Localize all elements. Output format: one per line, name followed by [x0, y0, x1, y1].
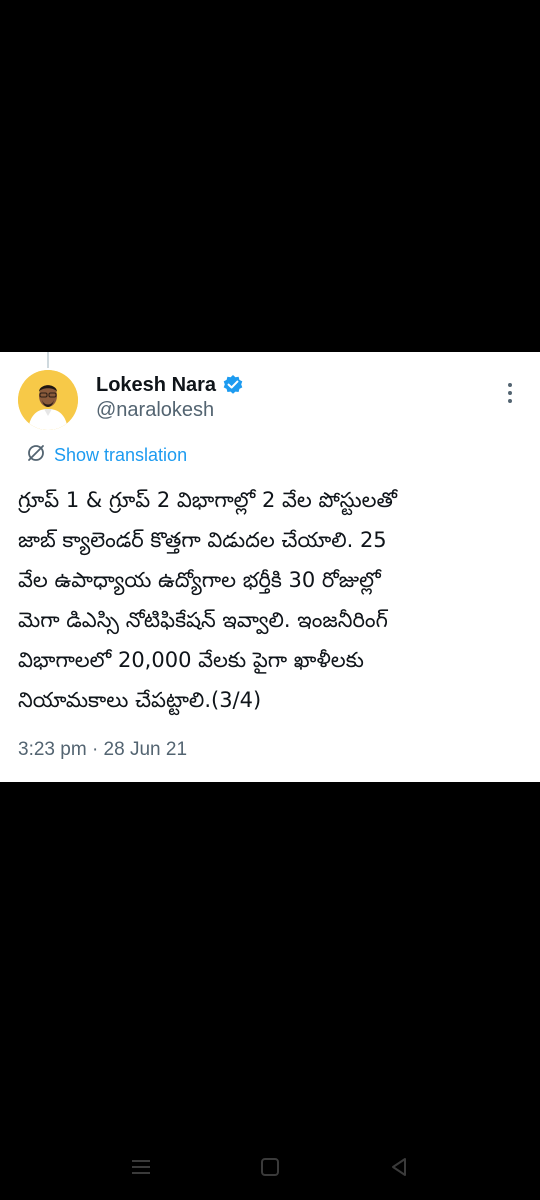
tweet-text-line: మెగా డిఎస్సి నోటిఫికేషన్ ఇవ్వాలి. ఇంజనీర… — [18, 608, 388, 632]
show-translation-label[interactable]: Show translation — [54, 445, 187, 466]
author-display-name[interactable]: Lokesh Nara — [96, 374, 216, 397]
tweet-timestamp[interactable]: 3:23 pm · 28 Jun 21 — [18, 739, 187, 761]
verified-badge-icon — [222, 374, 244, 396]
more-vertical-icon[interactable] — [498, 380, 522, 406]
author-handle[interactable]: @naralokesh — [96, 399, 214, 422]
tweet-date: 28 Jun 21 — [103, 739, 188, 760]
tweet-text-line: వేల ఉపాధ్యాయ ఉద్యోగాల భర్తీకి 30 రోజుల్ల… — [18, 568, 381, 592]
show-translation-link[interactable]: Show translation — [26, 442, 187, 468]
translate-off-icon — [26, 443, 46, 467]
recents-icon[interactable] — [128, 1154, 154, 1180]
tweet-time: 3:23 pm — [18, 739, 87, 760]
author-name-row[interactable]: Lokesh Nara — [96, 372, 244, 398]
tweet-text-line: నియామకాలు చేపట్టాలి.(3/4) — [18, 688, 262, 712]
avatar[interactable] — [18, 370, 78, 430]
timestamp-separator: · — [91, 739, 99, 760]
tweet-text-line: విభాగాలలో 20,000 వేలకు పైగా ఖాళీలకు — [18, 648, 364, 672]
tweet-text-line: జాబ్ క్యాలెండర్ కొత్తగా విడుదల చేయాలి. 2… — [18, 528, 387, 552]
tweet-text-line: గ్రూప్ 1 & గ్రూప్ 2 విభాగాల్లో 2 వేల పోస… — [18, 488, 398, 512]
back-icon[interactable] — [386, 1154, 412, 1180]
home-icon[interactable] — [257, 1154, 283, 1180]
tweet-text: గ్రూప్ 1 & గ్రూప్ 2 విభాగాల్లో 2 వేల పోస… — [18, 480, 528, 720]
thread-connector-line — [47, 352, 49, 368]
